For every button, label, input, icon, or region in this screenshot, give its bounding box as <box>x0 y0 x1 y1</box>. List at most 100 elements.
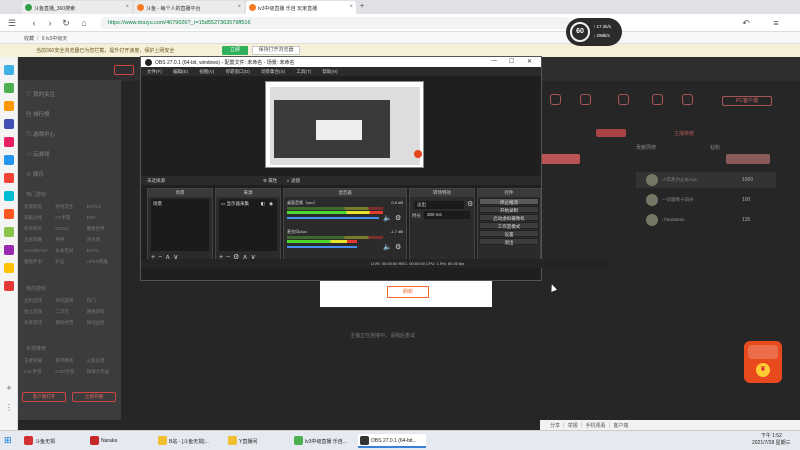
close-icon[interactable]: × <box>125 4 129 10</box>
panel-tool-icon[interactable] <box>580 94 591 105</box>
game-link[interactable]: 逆水寒 <box>87 237 118 243</box>
panel-tool-icon[interactable] <box>652 94 663 105</box>
back-icon[interactable]: ‹ <box>28 17 40 29</box>
taskbar-item[interactable]: 斗鱼无捐 <box>22 434 82 448</box>
sidebar-item-cloud[interactable]: ☁ 云游戏 <box>26 150 50 158</box>
game-link[interactable]: DOTA <box>87 248 118 254</box>
menu-tools[interactable]: 工具(T) <box>296 69 311 74</box>
game-link[interactable]: LOL手游 <box>24 369 55 375</box>
game-link[interactable]: 王者荣耀 <box>24 237 55 243</box>
taskbar-item[interactable]: lv3中级直播 乐自... <box>292 434 356 448</box>
start-recording-button[interactable]: 开始录制 <box>479 206 539 213</box>
tab-weekly[interactable]: 贡献周榜 <box>636 144 656 151</box>
sidebar-app-icon[interactable] <box>4 281 14 291</box>
tab-honor[interactable]: 主播荣耀 <box>674 130 694 137</box>
game-link[interactable]: 独立游戏 <box>24 309 55 315</box>
sidebar-app-icon[interactable] <box>4 173 14 183</box>
taskbar-item[interactable]: Naraka <box>88 434 148 448</box>
share-button[interactable] <box>596 129 626 137</box>
maximize-icon[interactable]: ☐ <box>509 58 514 65</box>
game-link[interactable]: 网络游戏 <box>87 309 118 315</box>
pc-client-badge[interactable]: PC客户端 <box>722 96 772 106</box>
sidebar-app-icon[interactable] <box>4 191 14 201</box>
game-link[interactable]: VALORANT <box>24 248 55 254</box>
eye-icon[interactable]: ◉ <box>269 201 273 207</box>
transition-select[interactable]: 淡出 <box>414 201 464 209</box>
start-live-button[interactable]: 立即开播 <box>72 392 116 402</box>
page-bottom-bar[interactable]: 分享 ｜ 举报 ｜ 手机观看 ｜ 客户端 <box>540 420 800 430</box>
exit-button[interactable]: 退出 <box>479 238 539 245</box>
game-link[interactable]: 模拟经营 <box>55 320 86 326</box>
game-link[interactable]: 绝地求生 <box>55 204 86 210</box>
sidebar-app-icon[interactable] <box>4 101 14 111</box>
stop-stream-button[interactable]: 停止推流 <box>479 198 539 205</box>
game-link[interactable]: 体育游戏 <box>24 320 55 326</box>
sidebar-app-icon[interactable] <box>4 65 14 75</box>
game-link[interactable]: 原神 <box>55 237 86 243</box>
system-clock[interactable]: 下午 1:52 2021/7/28 星期三 <box>752 433 791 447</box>
rank-row[interactable]: 小BalaBala 135 <box>636 212 776 228</box>
browser-tab[interactable]: 斗鱼直播_360搜索 × <box>22 1 132 14</box>
scene-item[interactable]: 场景 <box>153 201 207 207</box>
speaker-icon[interactable]: 🔈 <box>383 243 392 251</box>
game-link[interactable]: 王者荣耀 <box>24 358 55 364</box>
gift-widget[interactable]: ¥ <box>744 341 782 383</box>
sidebar-app-icon[interactable] <box>4 245 14 255</box>
gear-icon[interactable]: ⚙ <box>467 200 473 208</box>
game-link[interactable]: 炉石 <box>55 259 86 265</box>
settings-button[interactable]: 设置 <box>479 230 539 237</box>
game-link[interactable]: CF手游 <box>55 215 86 221</box>
game-link[interactable]: 球球大作战 <box>87 369 118 375</box>
menu-docks[interactable]: 停靠窗口(D) <box>226 69 250 74</box>
sidebar-item-rank[interactable]: ▤ 排行榜 <box>26 110 50 118</box>
gear-icon[interactable]: ⚙ <box>395 243 401 251</box>
url-field[interactable]: https://www.douyu.com/4679026?_r=15d5527… <box>100 17 570 29</box>
game-link[interactable]: 和平精英 <box>55 358 86 364</box>
game-link[interactable]: DOTA2 <box>87 204 118 210</box>
sidebar-toggle-icon[interactable]: ☰ <box>6 17 18 29</box>
menu-file[interactable]: 文件(F) <box>147 69 162 74</box>
taskbar-item[interactable]: Y直播间 <box>226 434 288 448</box>
new-tab-button[interactable]: + <box>358 1 370 14</box>
speaker-icon[interactable]: 🔈 <box>383 214 392 222</box>
game-link[interactable]: APEX英雄 <box>87 259 118 265</box>
sidebar-app-icon[interactable] <box>4 155 14 165</box>
sidebar-app-icon[interactable] <box>4 209 14 219</box>
close-icon[interactable]: × <box>349 4 353 10</box>
game-link[interactable]: 永劫无间 <box>55 248 86 254</box>
game-link[interactable]: 和平精英 <box>24 226 55 232</box>
game-link[interactable]: 二次元 <box>55 309 86 315</box>
douyu-logo-icon[interactable] <box>114 65 134 75</box>
notice-confirm-button[interactable]: 立即 <box>222 46 248 55</box>
sidebar-app-icon[interactable] <box>4 83 14 93</box>
sidebar-app-icon[interactable] <box>4 227 14 237</box>
virtual-camera-button[interactable]: 启动虚拟摄像机 <box>479 214 539 221</box>
game-link[interactable]: 魔兽世界 <box>87 226 118 232</box>
refresh-button[interactable]: 刷新 <box>387 286 429 298</box>
menu-help[interactable]: 帮助(H) <box>322 69 337 74</box>
sidebar-item-games[interactable]: ◎ 游戏中心 <box>26 130 55 138</box>
follow-button[interactable] <box>540 154 580 164</box>
sidebar-item-ent[interactable]: ☆ 娱乐 <box>26 170 44 178</box>
start-icon[interactable]: ⊞ <box>4 435 12 446</box>
menu-view[interactable]: 视图(V) <box>199 69 214 74</box>
obs-preview-canvas[interactable] <box>265 81 424 168</box>
reload-icon[interactable]: ↻ <box>60 17 72 29</box>
taskbar-item[interactable]: B站 - [斗鱼无捐]... <box>156 434 226 448</box>
sidebar-app-icon[interactable] <box>4 263 14 273</box>
browser-tab-active[interactable]: lv3中级直播 乐自 玩家直播 × <box>246 1 356 14</box>
game-link[interactable]: 主机游戏 <box>24 298 55 304</box>
game-link[interactable]: 英雄联盟 <box>24 204 55 210</box>
game-link[interactable]: 火影忍者 <box>87 358 118 364</box>
browser-tab[interactable]: 斗鱼 - 每个人的直播平台 × <box>134 1 244 14</box>
more-icon[interactable]: ⋮ <box>4 403 14 413</box>
duration-input[interactable]: 300 ms <box>424 211 470 219</box>
rank-row[interactable]: 少年热力火炎Ace 1000 <box>636 172 776 188</box>
add-icon[interactable]: + <box>4 383 14 393</box>
minimize-icon[interactable]: — <box>491 58 497 64</box>
volume-slider[interactable] <box>287 246 357 248</box>
menu-icon[interactable]: ≡ <box>770 17 782 29</box>
gear-icon[interactable]: ⚙ <box>395 214 401 222</box>
network-speed-widget[interactable]: 60 ↑ 17.2k/s ↓ 298k/s <box>566 18 622 46</box>
sidebar-app-icon[interactable] <box>4 137 14 147</box>
